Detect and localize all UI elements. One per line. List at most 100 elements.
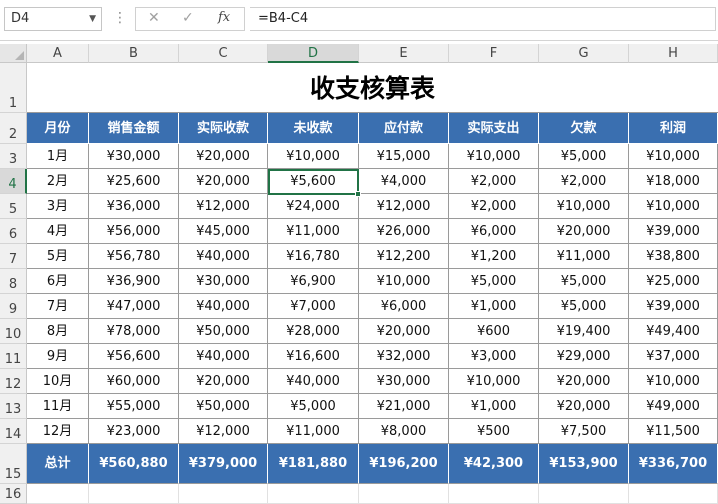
table-cell[interactable]: ¥5,000 (539, 294, 629, 319)
row-header-10[interactable]: 10 (0, 319, 27, 344)
row-header-5[interactable]: 5 (0, 194, 27, 219)
empty-cell[interactable] (27, 484, 89, 504)
table-cell[interactable]: ¥30,000 (359, 369, 449, 394)
table-cell[interactable]: ¥39,000 (629, 294, 718, 319)
table-cell[interactable]: ¥16,600 (268, 344, 359, 369)
table-cell[interactable]: ¥5,600 (268, 169, 359, 194)
table-cell[interactable]: ¥25,000 (629, 269, 718, 294)
table-cell[interactable]: 9月 (27, 344, 89, 369)
table-cell[interactable]: ¥15,000 (359, 144, 449, 169)
empty-cell[interactable] (629, 484, 718, 504)
table-cell[interactable]: ¥39,000 (629, 219, 718, 244)
table-cell[interactable]: ¥8,000 (359, 419, 449, 444)
table-cell[interactable]: ¥18,000 (629, 169, 718, 194)
table-header-cell[interactable]: 应付款 (359, 113, 449, 144)
table-cell[interactable]: 6月 (27, 269, 89, 294)
table-header-cell[interactable]: 实际收款 (179, 113, 268, 144)
table-cell[interactable]: ¥12,000 (179, 419, 268, 444)
table-cell[interactable]: ¥29,000 (539, 344, 629, 369)
table-cell[interactable]: ¥10,000 (629, 144, 718, 169)
row-header-9[interactable]: 9 (0, 294, 27, 319)
empty-cell[interactable] (179, 484, 268, 504)
table-cell[interactable]: ¥6,000 (449, 219, 539, 244)
table-header-cell[interactable]: 销售金额 (89, 113, 179, 144)
table-cell[interactable]: ¥500 (449, 419, 539, 444)
total-cell[interactable]: ¥196,200 (359, 444, 449, 484)
row-header-1[interactable]: 1 (0, 63, 27, 113)
empty-cell[interactable] (539, 484, 629, 504)
table-cell[interactable]: ¥20,000 (179, 369, 268, 394)
table-cell[interactable]: ¥4,000 (359, 169, 449, 194)
table-cell[interactable]: ¥47,000 (89, 294, 179, 319)
empty-cell[interactable] (359, 484, 449, 504)
table-cell[interactable]: 11月 (27, 394, 89, 419)
sheet-title[interactable]: 收支核算表 (27, 63, 718, 113)
table-cell[interactable]: ¥20,000 (359, 319, 449, 344)
table-cell[interactable]: 2月 (27, 169, 89, 194)
table-cell[interactable]: ¥56,600 (89, 344, 179, 369)
column-header-f[interactable]: F (449, 44, 539, 63)
table-cell[interactable]: ¥7,000 (268, 294, 359, 319)
row-header-16[interactable]: 16 (0, 484, 27, 504)
name-box[interactable]: D4 ▼ (4, 7, 102, 31)
row-header-13[interactable]: 13 (0, 394, 27, 419)
table-cell[interactable]: ¥55,000 (89, 394, 179, 419)
table-cell[interactable]: ¥24,000 (268, 194, 359, 219)
total-cell[interactable]: ¥336,700 (629, 444, 718, 484)
total-cell[interactable]: ¥181,880 (268, 444, 359, 484)
table-cell[interactable]: ¥1,000 (449, 294, 539, 319)
table-cell[interactable]: ¥5,000 (539, 269, 629, 294)
table-cell[interactable]: ¥5,000 (539, 144, 629, 169)
table-cell[interactable]: ¥28,000 (268, 319, 359, 344)
table-header-cell[interactable]: 欠款 (539, 113, 629, 144)
column-header-e[interactable]: E (359, 44, 449, 63)
table-cell[interactable]: ¥37,000 (629, 344, 718, 369)
table-cell[interactable]: ¥23,000 (89, 419, 179, 444)
table-cell[interactable]: ¥600 (449, 319, 539, 344)
row-header-3[interactable]: 3 (0, 144, 27, 169)
chevron-down-icon[interactable]: ▼ (89, 8, 96, 30)
table-header-cell[interactable]: 月份 (27, 113, 89, 144)
table-cell[interactable]: ¥56,000 (89, 219, 179, 244)
row-header-15[interactable]: 15 (0, 444, 27, 484)
row-header-6[interactable]: 6 (0, 219, 27, 244)
column-header-g[interactable]: G (539, 44, 629, 63)
table-cell[interactable]: ¥45,000 (179, 219, 268, 244)
table-cell[interactable]: ¥20,000 (179, 144, 268, 169)
table-cell[interactable]: ¥20,000 (539, 369, 629, 394)
table-cell[interactable]: ¥5,000 (268, 394, 359, 419)
table-cell[interactable]: ¥78,000 (89, 319, 179, 344)
row-header-8[interactable]: 8 (0, 269, 27, 294)
empty-cell[interactable] (449, 484, 539, 504)
table-cell[interactable]: ¥30,000 (179, 269, 268, 294)
table-header-cell[interactable]: 利润 (629, 113, 718, 144)
table-cell[interactable]: ¥32,000 (359, 344, 449, 369)
table-cell[interactable]: ¥10,000 (359, 269, 449, 294)
more-options-icon[interactable]: ⋮ (113, 10, 127, 26)
table-cell[interactable]: ¥20,000 (179, 169, 268, 194)
table-cell[interactable]: 10月 (27, 369, 89, 394)
empty-cell[interactable] (268, 484, 359, 504)
table-header-cell[interactable]: 未收款 (268, 113, 359, 144)
table-cell[interactable]: ¥2,000 (449, 169, 539, 194)
table-cell[interactable]: ¥38,800 (629, 244, 718, 269)
table-cell[interactable]: 8月 (27, 319, 89, 344)
table-cell[interactable]: ¥20,000 (539, 219, 629, 244)
table-cell[interactable]: ¥19,400 (539, 319, 629, 344)
table-cell[interactable]: ¥12,200 (359, 244, 449, 269)
empty-cell[interactable] (89, 484, 179, 504)
table-cell[interactable]: ¥40,000 (268, 369, 359, 394)
table-cell[interactable]: ¥11,000 (268, 419, 359, 444)
table-cell[interactable]: ¥12,000 (179, 194, 268, 219)
table-cell[interactable]: ¥50,000 (179, 394, 268, 419)
table-cell[interactable]: 3月 (27, 194, 89, 219)
table-cell[interactable]: ¥36,900 (89, 269, 179, 294)
table-cell[interactable]: 7月 (27, 294, 89, 319)
table-cell[interactable]: ¥10,000 (629, 194, 718, 219)
table-cell[interactable]: ¥10,000 (449, 369, 539, 394)
row-header-2[interactable]: 2 (0, 113, 27, 144)
table-cell[interactable]: 12月 (27, 419, 89, 444)
total-cell[interactable]: ¥560,880 (89, 444, 179, 484)
table-cell[interactable]: ¥49,000 (629, 394, 718, 419)
table-cell[interactable]: ¥11,000 (539, 244, 629, 269)
